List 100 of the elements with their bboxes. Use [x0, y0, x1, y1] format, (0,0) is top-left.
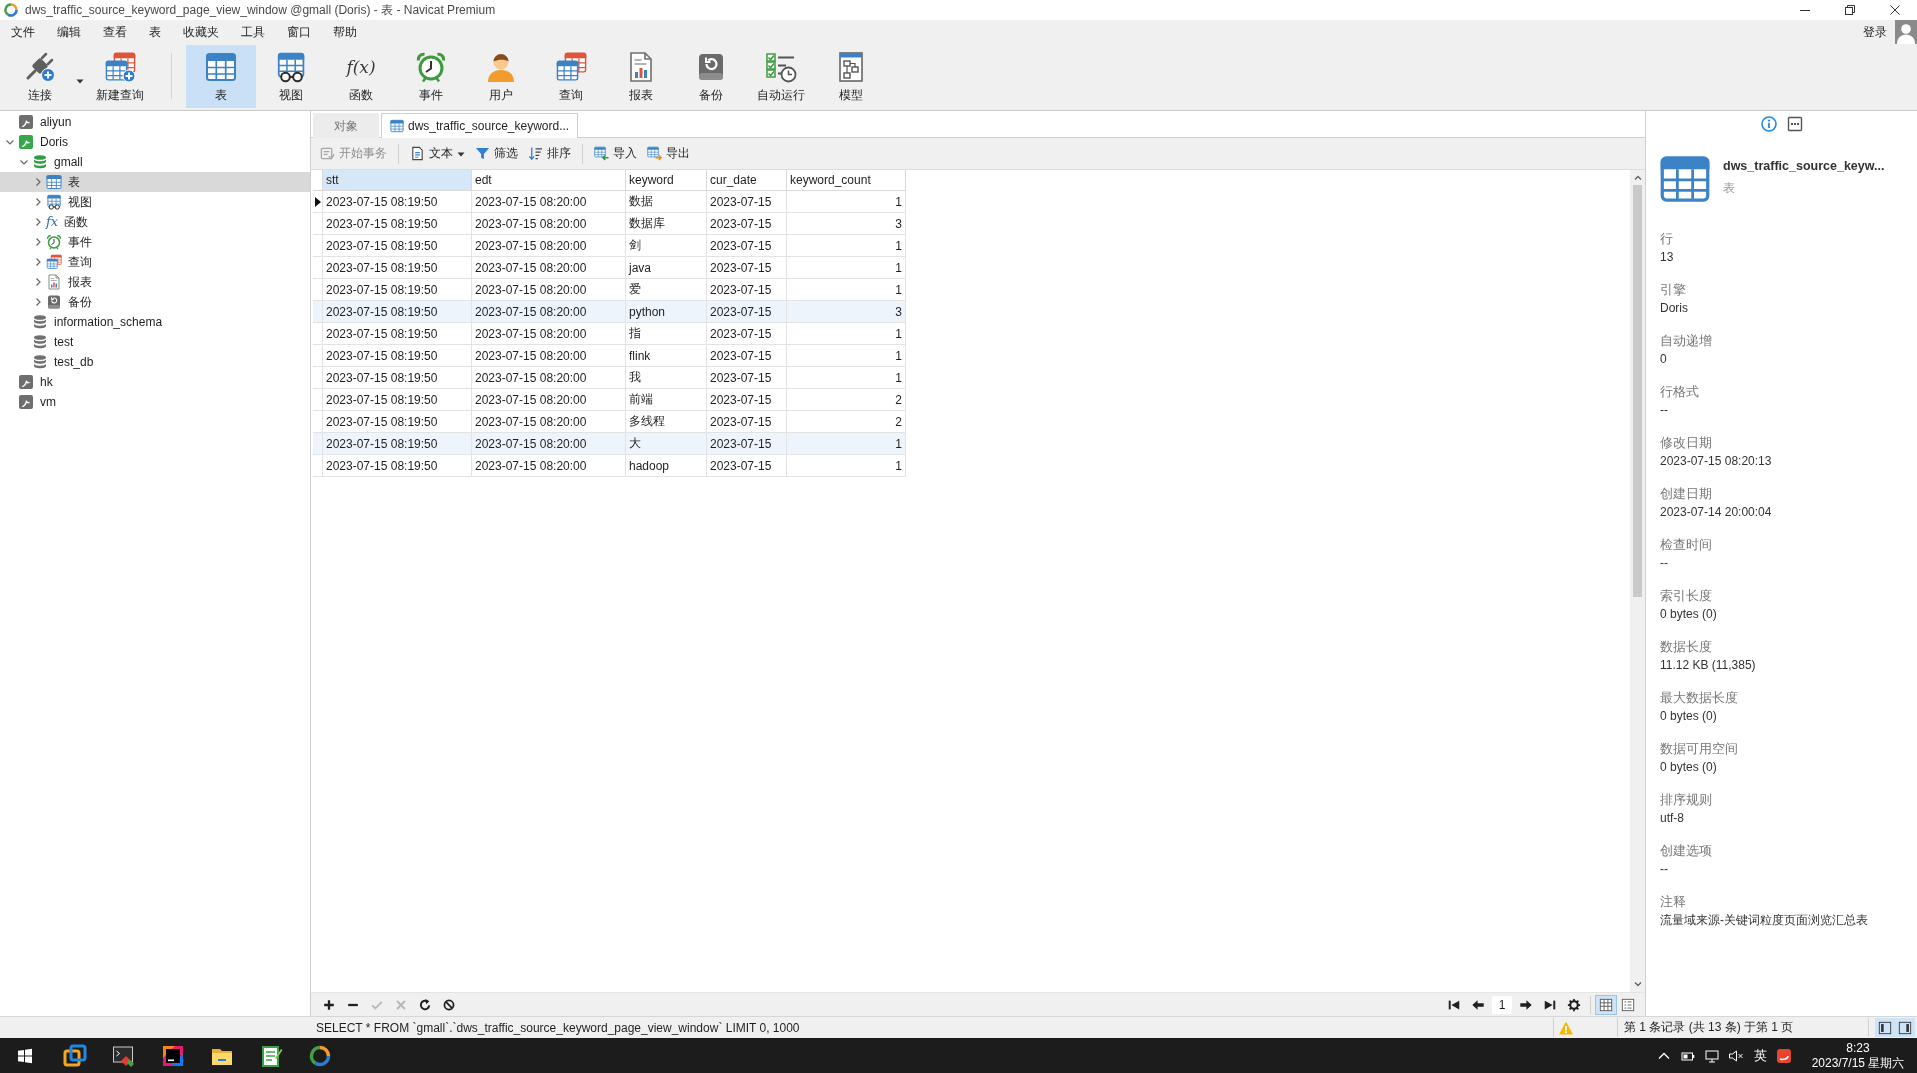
sort-button[interactable]: 排序 — [523, 142, 576, 165]
user-button[interactable]: 用户 — [466, 45, 536, 108]
table-cell: 3 — [787, 213, 906, 235]
table-row[interactable]: 2023-07-15 08:19:50 2023-07-15 08:20:00 java 2023-07-15 1 — [313, 257, 906, 279]
column-header[interactable]: keyword_count — [787, 170, 906, 191]
scroll-up-icon[interactable] — [1632, 173, 1643, 183]
tree-item[interactable]: fx 函数 — [0, 212, 97, 232]
tree-item[interactable]: Doris — [0, 132, 76, 152]
tree-item[interactable]: gmall — [0, 152, 91, 172]
table-row[interactable]: 2023-07-15 08:19:50 2023-07-15 08:20:00 flink 2023-07-15 1 — [313, 345, 906, 367]
settings-icon[interactable] — [1567, 997, 1581, 1012]
arrow-left-icon[interactable] — [1471, 997, 1485, 1012]
tree-item[interactable]: test_db — [0, 352, 102, 372]
app-tile-icon[interactable] — [160, 1043, 185, 1068]
tree-item[interactable]: information_schema — [0, 312, 171, 332]
table-row[interactable]: 2023-07-15 08:19:50 2023-07-15 08:20:00 大 2023-07-15 1 — [313, 433, 906, 455]
table-row[interactable]: 2023-07-15 08:19:50 2023-07-15 08:20:00 剑 2023-07-15 1 — [313, 235, 906, 257]
menu-item[interactable]: 工具 — [230, 21, 276, 43]
column-header[interactable]: cur_date — [707, 170, 787, 191]
menu-item[interactable]: 窗口 — [276, 21, 322, 43]
table-cell: 2023-07-15 — [707, 433, 787, 455]
table-glasses-icon — [275, 51, 307, 83]
table-cell: 2023-07-15 — [707, 367, 787, 389]
function-button[interactable]: f(x) 函数 — [326, 45, 396, 108]
tree-item[interactable]: hk — [0, 372, 61, 392]
table-row[interactable]: 2023-07-15 08:19:50 2023-07-15 08:20:00 指 2023-07-15 1 — [313, 323, 906, 345]
right-pane-button[interactable] — [1895, 1018, 1915, 1037]
caret-icon[interactable] — [76, 77, 84, 85]
table-row[interactable]: 2023-07-15 08:19:50 2023-07-15 08:20:00 hadoop 2023-07-15 1 — [313, 455, 906, 477]
table-cell: python — [626, 301, 707, 323]
clock-time[interactable]: 8:23 — [1846, 1040, 1870, 1056]
refresh-icon[interactable] — [418, 997, 432, 1012]
tree-item[interactable]: 报表 — [0, 272, 100, 292]
page-field[interactable]: 1 — [1492, 995, 1512, 1014]
scrollbar-thumb[interactable] — [1633, 185, 1642, 597]
tab[interactable]: dws_traffic_source_keyword... — [381, 113, 579, 138]
info-icon[interactable] — [1760, 116, 1777, 132]
arrow-right-icon[interactable] — [1519, 997, 1533, 1012]
connect-button[interactable]: 连接 — [5, 45, 75, 108]
tree-item[interactable]: 视图 — [0, 192, 100, 212]
query-button[interactable]: 查询 — [536, 45, 606, 108]
table-row[interactable]: 2023-07-15 08:19:50 2023-07-15 08:20:00 我 2023-07-15 1 — [313, 367, 906, 389]
auto-run-button[interactable]: 自动运行 — [746, 45, 816, 108]
speaker-muted-icon[interactable] — [1728, 1047, 1744, 1064]
model-button[interactable]: 模型 — [816, 45, 886, 108]
tree-item[interactable]: 查询 — [0, 252, 100, 272]
column-header[interactable]: edt — [472, 170, 626, 191]
avatar-icon[interactable] — [1895, 20, 1917, 44]
export-button[interactable]: 导出 — [642, 142, 695, 165]
overlapping-squares-icon[interactable] — [62, 1043, 87, 1068]
table-row[interactable]: 2023-07-15 08:19:50 2023-07-15 08:20:00 前端 2023-07-15 2 — [313, 389, 906, 411]
column-header[interactable]: stt — [323, 170, 472, 191]
filter-button[interactable]: 筛选 — [470, 142, 523, 165]
property-value: 0 bytes (0) — [1660, 759, 1717, 776]
menu-item[interactable]: 文件 — [0, 21, 46, 43]
table-row[interactable]: 2023-07-15 08:19:50 2023-07-15 08:20:00 数据库 2023-07-15 3 — [313, 213, 906, 235]
event-button[interactable]: 事件 — [396, 45, 466, 108]
tree-item[interactable]: aliyun — [0, 112, 80, 132]
monitor-icon[interactable] — [1704, 1047, 1720, 1064]
property-value: Doris — [1660, 300, 1688, 317]
text-view-button[interactable]: 文本 — [405, 142, 470, 165]
restore-icon[interactable] — [1844, 5, 1855, 15]
tab[interactable]: 对象 — [313, 113, 379, 138]
vertical-scrollbar[interactable] — [1630, 170, 1645, 992]
windows-start-icon[interactable] — [17, 1047, 33, 1064]
ring-logo-icon[interactable] — [307, 1043, 332, 1068]
terminal-icon[interactable] — [111, 1043, 136, 1068]
tree-item[interactable]: vm — [0, 392, 64, 412]
tray-app-icon[interactable] — [1776, 1047, 1792, 1064]
close-icon[interactable] — [1889, 5, 1900, 15]
report-button[interactable]: 报表 — [606, 45, 676, 108]
plus-icon[interactable] — [322, 997, 336, 1012]
backup-button[interactable]: 备份 — [676, 45, 746, 108]
grid-view-button[interactable] — [1595, 994, 1617, 1015]
table-button[interactable]: 表 — [186, 45, 256, 108]
menu-item[interactable]: 编辑 — [46, 21, 92, 43]
import-button[interactable]: 导入 — [589, 142, 642, 165]
table-row[interactable]: 2023-07-15 08:19:50 2023-07-15 08:20:00 python 2023-07-15 3 — [313, 301, 906, 323]
menu-item[interactable]: 帮助 — [322, 21, 368, 43]
column-header[interactable]: keyword — [626, 170, 707, 191]
view-button[interactable]: 视图 — [256, 45, 326, 108]
menu-item[interactable]: 表 — [138, 21, 172, 43]
row-header[interactable] — [313, 191, 323, 213]
tree-item[interactable]: 备份 — [0, 292, 100, 312]
left-pane-button[interactable] — [1875, 1018, 1895, 1037]
ring-logo-icon — [3, 2, 19, 18]
clock-date[interactable]: 2023/7/15 星期六 — [1811, 1055, 1905, 1071]
table-cell: hadoop — [626, 455, 707, 477]
menu-item[interactable]: 收藏夹 — [172, 21, 230, 43]
tree-item[interactable]: test — [0, 332, 82, 352]
scroll-down-icon[interactable] — [1632, 979, 1643, 989]
tree-item[interactable]: 事件 — [0, 232, 100, 252]
prohibited-icon[interactable] — [442, 997, 456, 1012]
menu-item[interactable]: 查看 — [92, 21, 138, 43]
login-button[interactable]: 登录 — [1855, 21, 1895, 43]
dots-box-icon[interactable] — [1786, 116, 1803, 132]
new-query-button[interactable]: 新建查询 — [85, 45, 155, 108]
ime-indicator[interactable]: 英 — [1748, 1046, 1772, 1065]
tree-item[interactable]: 表 — [0, 172, 310, 192]
table-row[interactable]: 2023-07-15 08:19:50 2023-07-15 08:20:00 数据 2023-07-15 1 — [313, 191, 906, 213]
